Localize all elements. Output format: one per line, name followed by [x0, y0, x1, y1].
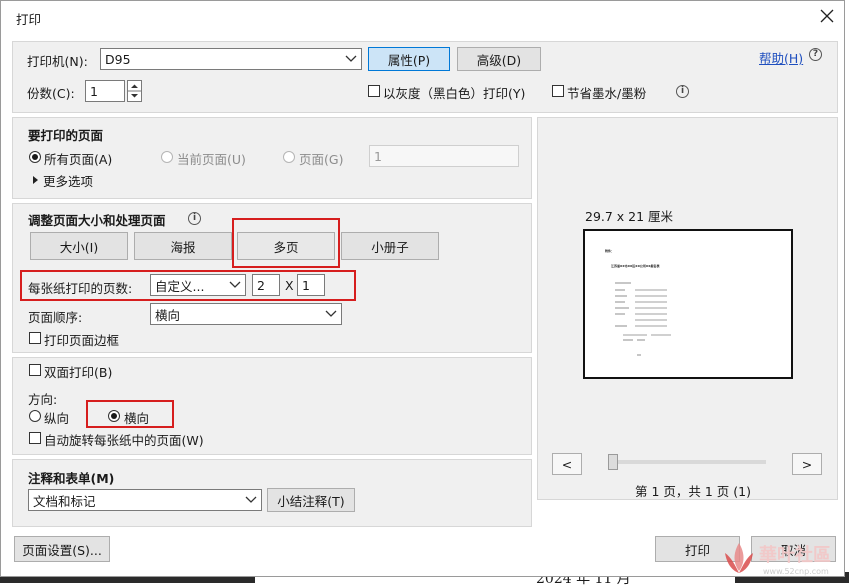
tab-poster[interactable]: 海报 — [134, 232, 232, 260]
page-handling-info-icon[interactable]: i — [188, 212, 201, 225]
advanced-button[interactable]: 高级(D) — [457, 47, 541, 71]
pages-to-print-panel: 要打印的页面 所有页面(A) 当前页面(U) 页面(G) 1 更多选项 — [12, 117, 532, 199]
print-dialog: 打印 打印机(N): D95 属性(P) 高级(D) 帮助(H) ? 份数(C)… — [0, 0, 845, 577]
watermark-text: 華叶社區 — [759, 545, 831, 566]
grayscale-checkbox[interactable] — [368, 85, 380, 97]
highlight-landscape — [86, 400, 174, 428]
preview-panel: 29.7 x 21 厘米 附件： 江苏省XX市XX区XX公司XX报名表 < > … — [537, 117, 838, 500]
current-page-radio[interactable] — [161, 151, 173, 163]
page-setup-button[interactable]: 页面设置(S)... — [14, 536, 110, 562]
copies-input[interactable]: 1 — [85, 80, 125, 102]
pages-label: 页面(G) — [299, 152, 344, 167]
current-page-label: 当前页面(U) — [177, 152, 246, 167]
auto-rotate-checkbox[interactable] — [29, 432, 41, 444]
chevron-down-icon — [325, 310, 337, 317]
printer-select[interactable]: D95 — [100, 48, 362, 70]
duplex-panel: 双面打印(B) 方向: 纵向 横向 自动旋转每张纸中的页面(W) — [12, 357, 532, 455]
auto-rotate-label: 自动旋转每张纸中的页面(W) — [44, 433, 204, 448]
page-preview: 附件： 江苏省XX市XX区XX公司XX报名表 — [583, 229, 793, 379]
portrait-label: 纵向 — [44, 411, 70, 426]
tab-booklet[interactable]: 小册子 — [341, 232, 439, 260]
page-handling-heading: 调整页面大小和处理页面 — [28, 213, 166, 228]
tab-size[interactable]: 大小(I) — [30, 232, 128, 260]
close-button[interactable] — [816, 5, 838, 27]
print-border-label: 打印页面边框 — [44, 333, 120, 348]
page-status: 第 1 页，共 1 页 (1) — [635, 484, 751, 499]
paper-size-label: 29.7 x 21 厘米 — [585, 209, 674, 224]
page-order-select[interactable]: 横向 — [150, 303, 342, 325]
help-info-icon[interactable]: ? — [809, 48, 822, 61]
lotus-logo-icon — [725, 543, 753, 573]
copies-label: 份数(C): — [27, 86, 75, 101]
save-ink-checkbox[interactable] — [552, 85, 564, 97]
printer-panel: 打印机(N): D95 属性(P) 高级(D) 帮助(H) ? 份数(C): 1… — [12, 41, 838, 113]
comments-select[interactable]: 文档和标记 — [28, 489, 262, 511]
prev-page-button[interactable]: < — [552, 453, 582, 475]
copies-stepper[interactable] — [127, 80, 142, 102]
site-watermark: 華叶社區 www.52cnp.com — [721, 537, 849, 583]
pages-radio[interactable] — [283, 151, 295, 163]
preview-doc-content — [615, 282, 671, 356]
save-ink-label: 节省墨水/墨粉 — [567, 86, 647, 101]
more-options-label: 更多选项 — [43, 174, 94, 189]
more-options-toggle[interactable]: 更多选项 — [32, 170, 132, 190]
comments-value: 文档和标记 — [33, 493, 96, 509]
summarize-comments-button[interactable]: 小结注释(T) — [267, 488, 355, 512]
properties-button[interactable]: 属性(P) — [368, 47, 450, 71]
grayscale-label: 以灰度（黑白色）打印(Y) — [383, 86, 526, 101]
page-order-label: 页面顺序: — [28, 310, 83, 325]
portrait-radio[interactable] — [29, 410, 41, 422]
close-icon — [820, 9, 834, 23]
preview-doc-line-2: 江苏省XX市XX区XX公司XX报名表 — [611, 264, 660, 268]
preview-doc-line-1: 附件： — [605, 249, 615, 253]
pages-range-input[interactable]: 1 — [369, 145, 519, 167]
duplex-label: 双面打印(B) — [44, 365, 113, 380]
watermark-url: www.52cnp.com — [763, 567, 829, 576]
all-pages-label: 所有页面(A) — [44, 152, 113, 167]
title-bar: 打印 — [1, 1, 844, 33]
page-order-value: 横向 — [155, 307, 181, 323]
comments-panel: 注释和表单(M) 文档和标记 小结注释(T) — [12, 459, 532, 527]
print-border-checkbox[interactable] — [29, 332, 41, 344]
all-pages-radio[interactable] — [29, 151, 41, 163]
comments-heading: 注释和表单(M) — [28, 471, 115, 486]
next-page-button[interactable]: > — [792, 453, 822, 475]
window-title: 打印 — [16, 12, 42, 27]
page-slider-thumb[interactable] — [608, 454, 618, 470]
help-link[interactable]: 帮助(H) — [759, 48, 803, 67]
orientation-label: 方向: — [28, 392, 58, 407]
printer-value: D95 — [105, 51, 131, 67]
page-handling-panel: 调整页面大小和处理页面 i 大小(I) 海报 多页 小册子 每张纸打印的页数: … — [12, 203, 532, 353]
pages-to-print-heading: 要打印的页面 — [28, 128, 104, 143]
save-ink-info-icon[interactable]: i — [676, 85, 689, 98]
duplex-checkbox[interactable] — [29, 364, 41, 376]
chevron-down-icon — [345, 55, 357, 62]
printer-label: 打印机(N): — [27, 54, 88, 69]
page-slider[interactable] — [608, 454, 766, 470]
highlight-multiple-tab — [232, 218, 340, 268]
chevron-down-icon — [245, 496, 257, 503]
highlight-pages-per-sheet — [20, 270, 356, 301]
stepper-arrows-icon — [128, 84, 141, 98]
caret-right-icon — [33, 176, 38, 184]
